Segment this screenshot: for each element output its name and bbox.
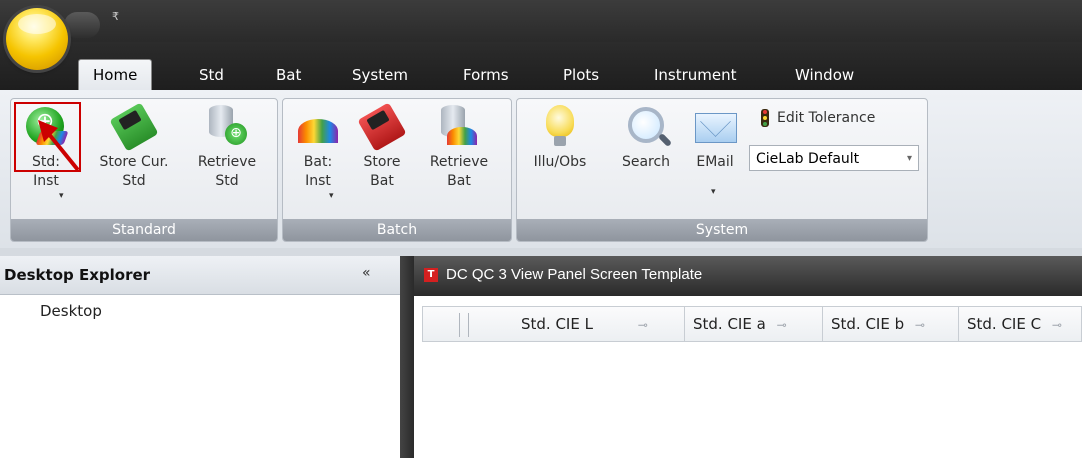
bat-inst-label: Bat: Inst xyxy=(303,154,333,189)
edit-tolerance-button[interactable]: Edit Tolerance xyxy=(761,109,921,128)
email-label: EMail xyxy=(696,154,734,170)
green-floppy-disk-icon xyxy=(109,102,159,152)
orb-gloss xyxy=(18,14,56,34)
column-label: Std. CIE a xyxy=(693,315,766,333)
tab-instrument[interactable]: Instrument xyxy=(654,61,737,90)
retrieve-bat-label: Retrieve Bat xyxy=(429,154,489,189)
spectrum-instrument-icon xyxy=(296,105,340,149)
search-button[interactable]: Search xyxy=(615,105,677,172)
desktop-explorer-header: Desktop Explorer « xyxy=(0,256,400,295)
column-header-std-cie-l[interactable]: Std. CIE L ⊸ xyxy=(479,307,685,341)
tab-bat[interactable]: Bat xyxy=(276,61,301,90)
retrieve-bat-button[interactable]: Retrieve Bat xyxy=(419,105,499,191)
ribbon: Std: Inst ▾ Store Cur. Std Retrieve Std … xyxy=(0,90,1082,249)
ribbon-group-system: Illu/Obs Search EMail ▾ Edit Tolerance C… xyxy=(516,98,928,242)
ribbon-group-standard: Std: Inst ▾ Store Cur. Std Retrieve Std … xyxy=(10,98,278,242)
bat-inst-button[interactable]: Bat: Inst ▾ xyxy=(287,105,349,201)
collapse-panel-icon[interactable]: « xyxy=(362,265,371,281)
title-bar: ₹ xyxy=(0,0,1082,42)
store-cur-std-label: Store Cur. Std xyxy=(99,154,169,189)
customize-quick-access-icon[interactable]: ₹ xyxy=(112,10,119,23)
edit-tolerance-label: Edit Tolerance xyxy=(777,110,876,126)
pin-icon[interactable]: ⊸ xyxy=(1052,318,1062,332)
column-label: Std. CIE b xyxy=(831,315,905,333)
search-label: Search xyxy=(621,154,671,170)
tree-item-desktop[interactable]: Desktop xyxy=(40,302,102,320)
chevron-down-icon: ▾ xyxy=(906,153,912,164)
quick-access-toolbar[interactable] xyxy=(64,12,100,38)
tab-forms[interactable]: Forms xyxy=(463,61,509,90)
pin-icon[interactable]: ⊸ xyxy=(915,318,925,332)
envelope-icon xyxy=(693,105,737,149)
group-label-batch: Batch xyxy=(283,219,511,241)
template-icon: T xyxy=(424,268,438,282)
document-title-bar: T DC QC 3 View Panel Screen Template xyxy=(414,256,1082,296)
column-label: Std. CIE C xyxy=(967,315,1042,333)
store-bat-button[interactable]: Store Bat xyxy=(355,102,409,191)
tab-window[interactable]: Window xyxy=(795,61,854,90)
retrieve-std-label: Retrieve Std xyxy=(197,154,257,189)
std-inst-button[interactable]: Std: Inst ▾ xyxy=(15,105,77,201)
instrument-measure-icon xyxy=(24,105,69,149)
email-button[interactable]: EMail ▾ xyxy=(685,105,745,197)
illu-obs-label: Illu/Obs xyxy=(533,154,587,170)
document-title: DC QC 3 View Panel Screen Template xyxy=(446,266,703,283)
illu-obs-button[interactable]: Illu/Obs xyxy=(529,105,591,172)
traffic-light-icon xyxy=(761,109,769,127)
light-bulb-icon xyxy=(538,105,582,149)
tolerance-select-value: CieLab Default xyxy=(756,151,860,167)
database-spectrum-icon xyxy=(437,105,481,149)
red-floppy-disk-icon xyxy=(357,102,407,152)
group-label-system: System xyxy=(517,219,927,241)
store-bat-label: Store Bat xyxy=(363,154,401,189)
pin-icon[interactable]: ⊸ xyxy=(777,318,787,332)
ribbon-tab-row: Home Std Bat System Forms Plots Instrume… xyxy=(0,42,1082,92)
tolerance-select[interactable]: CieLab Default ▾ xyxy=(749,145,919,171)
application-orb-button[interactable] xyxy=(6,8,68,70)
column-label: Std. CIE L xyxy=(521,315,593,333)
group-label-standard: Standard xyxy=(11,219,277,241)
std-inst-label: Std: Inst xyxy=(32,154,60,189)
ribbon-group-batch: Bat: Inst ▾ Store Bat Retrieve Bat Batch xyxy=(282,98,512,242)
store-cur-std-button[interactable]: Store Cur. Std xyxy=(89,102,179,191)
data-grid-panel: Std. CIE L ⊸ Std. CIE a ⊸ Std. CIE b ⊸ S… xyxy=(414,296,1082,458)
pin-icon[interactable]: ⊸ xyxy=(638,318,648,332)
column-header-std-cie-b[interactable]: Std. CIE b ⊸ xyxy=(823,307,959,341)
panel-splitter[interactable] xyxy=(400,256,414,458)
column-header-std-cie-a[interactable]: Std. CIE a ⊸ xyxy=(685,307,823,341)
row-selector-header[interactable] xyxy=(459,313,469,337)
tab-plots[interactable]: Plots xyxy=(563,61,599,90)
retrieve-std-button[interactable]: Retrieve Std xyxy=(187,105,267,191)
ribbon-separator xyxy=(0,248,1082,256)
tab-std[interactable]: Std xyxy=(199,61,224,90)
column-header-std-cie-c[interactable]: Std. CIE C ⊸ xyxy=(959,307,1082,341)
tab-system[interactable]: System xyxy=(352,61,408,90)
magnifier-icon xyxy=(624,105,668,149)
desktop-explorer-title: Desktop Explorer xyxy=(4,266,151,284)
dropdown-arrow-icon: ▾ xyxy=(329,191,334,201)
dropdown-arrow-icon: ▾ xyxy=(59,191,64,201)
tab-home[interactable]: Home xyxy=(78,59,153,92)
grid-column-header-row: Std. CIE L ⊸ Std. CIE a ⊸ Std. CIE b ⊸ S… xyxy=(422,306,1082,342)
dropdown-arrow-icon: ▾ xyxy=(711,187,716,197)
database-retrieve-icon xyxy=(205,105,249,149)
